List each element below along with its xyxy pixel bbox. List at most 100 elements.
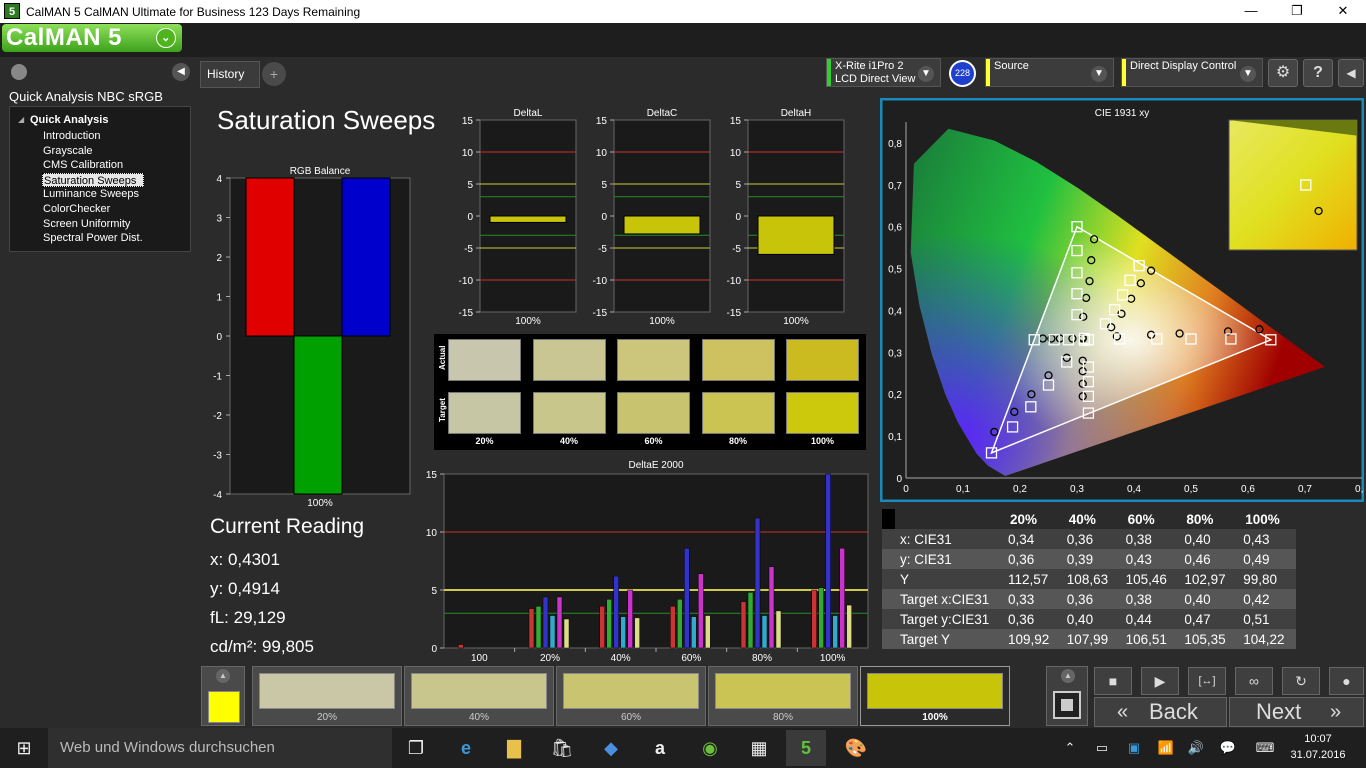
target-swatch xyxy=(448,392,521,434)
expand-arrow-icon[interactable]: ◢ xyxy=(18,115,24,124)
x-tick-label: 40% xyxy=(611,653,631,664)
source-selector[interactable]: Source ▼ xyxy=(985,58,1114,87)
row-header: y: CIE31 xyxy=(882,549,1002,569)
keyboard-icon[interactable]: ⌨ xyxy=(1250,730,1280,766)
taskbar-search[interactable]: Web und Windows durchsuchen xyxy=(48,728,392,768)
current-patch-tile[interactable]: ▲ xyxy=(201,666,245,726)
collapse-icon[interactable]: ◀ xyxy=(1338,59,1364,87)
table-row: Target Y 109,92 107,99 106,51 105,35 104… xyxy=(882,629,1296,649)
table-cell: 0,36 xyxy=(1002,549,1061,569)
tree-item-colorchecker[interactable]: ColorChecker xyxy=(42,202,144,217)
window-title: CalMAN 5 CalMAN Ultimate for Business 12… xyxy=(26,5,361,19)
tree-root-quick-analysis[interactable]: Quick Analysis xyxy=(30,114,108,126)
patch-80[interactable]: 80% xyxy=(708,666,858,726)
table-cell: 0,40 xyxy=(1178,589,1238,609)
table-cell: 0,38 xyxy=(1119,589,1179,609)
volume-icon[interactable]: 🔊 xyxy=(1184,730,1208,766)
app-tray-icon[interactable]: ▣ xyxy=(1122,730,1146,766)
x-tick-label: 100% xyxy=(307,498,333,509)
swatch-panel: Actual Target 20% 40% 60% 80% 100% xyxy=(434,334,866,450)
tree-item-list: Introduction Grayscale CMS Calibration S… xyxy=(42,129,144,246)
chevron-up-icon[interactable]: ⌃ xyxy=(1058,730,1082,766)
windows-start-icon[interactable]: ⊞ xyxy=(4,730,44,766)
taskbar-clock[interactable]: 10:07 31.07.2016 xyxy=(1290,731,1346,763)
maximize-button[interactable]: ❐ xyxy=(1274,0,1320,23)
wifi-icon[interactable]: 📶 xyxy=(1154,730,1178,766)
dropbox-icon[interactable]: ◆ xyxy=(591,730,631,766)
tree-item-cms-calibration[interactable]: CMS Calibration xyxy=(42,158,144,173)
minimize-button[interactable]: — xyxy=(1228,0,1274,23)
close-button[interactable]: ✕ xyxy=(1320,0,1366,23)
tree-item-grayscale[interactable]: Grayscale xyxy=(42,144,144,159)
task-view-icon[interactable]: ❐ xyxy=(396,730,436,766)
table-cell: 107,99 xyxy=(1060,629,1120,649)
stop-button[interactable] xyxy=(1053,691,1081,719)
store-icon[interactable]: 🛍 xyxy=(542,730,582,766)
meter-selector[interactable]: X-Rite i1Pro 2 LCD Direct View ▼ xyxy=(826,58,941,87)
col-header: 40% xyxy=(1068,511,1096,527)
tree-item-spectral-power[interactable]: Spectral Power Dist. xyxy=(42,231,144,246)
loop-icon[interactable]: ∞ xyxy=(1235,667,1273,695)
display-selector[interactable]: Direct Display Control ▼ xyxy=(1121,58,1263,87)
table-cell: 102,97 xyxy=(1178,569,1238,589)
help-icon[interactable]: ? xyxy=(1303,59,1333,87)
table-cell: 0,42 xyxy=(1237,589,1296,609)
delta-e-bar xyxy=(627,589,633,649)
y-tick-label: -2 xyxy=(213,411,222,422)
battery-icon[interactable]: ▭ xyxy=(1090,730,1114,766)
edge-icon[interactable]: e xyxy=(446,730,486,766)
x-tick-label: 60% xyxy=(681,653,701,664)
gear-icon[interactable]: ⚙ xyxy=(1268,59,1298,87)
calman-taskbar-icon[interactable]: 5 xyxy=(786,730,826,766)
table-row: Target x:CIE31 0,33 0,36 0,38 0,40 0,42 xyxy=(882,589,1296,609)
amazon-icon[interactable]: a xyxy=(640,730,680,766)
patch-100[interactable]: 100% xyxy=(860,666,1010,726)
swatch-label: 60% xyxy=(644,436,663,446)
logo-text: CalMAN 5 xyxy=(6,24,123,51)
col-header: 80% xyxy=(1186,511,1214,527)
patch-60[interactable]: 60% xyxy=(556,666,706,726)
calman-logo-menu[interactable]: CalMAN 5 ⌄ xyxy=(2,24,182,52)
file-explorer-icon[interactable]: ▇ xyxy=(494,730,534,766)
y-tick-label: -5 xyxy=(598,244,607,255)
tree-item-luminance-sweeps[interactable]: Luminance Sweeps xyxy=(42,187,144,202)
paint-icon[interactable]: 🎨 xyxy=(836,730,876,766)
table-cell: 0,40 xyxy=(1178,529,1238,549)
x-tick-label: 0,8 xyxy=(1355,484,1364,495)
collapse-sidebar-button[interactable]: ◀ xyxy=(172,63,190,81)
y-tick-label: 0,7 xyxy=(888,181,902,192)
stop-icon xyxy=(1061,699,1073,711)
refresh-icon[interactable]: ↻ xyxy=(1282,667,1320,695)
y-tick-label: 3 xyxy=(216,214,222,225)
tab-history-1[interactable]: History 1 xyxy=(200,61,260,106)
patch-label: 80% xyxy=(772,712,793,723)
delta-e-bar xyxy=(620,616,626,649)
stop-icon[interactable]: ■ xyxy=(1094,667,1132,695)
add-tab-button[interactable]: + xyxy=(262,62,286,86)
play-icon[interactable]: ▶ xyxy=(1141,667,1179,695)
tree-item-introduction[interactable]: Introduction xyxy=(42,129,144,144)
y-tick-label: 0,4 xyxy=(888,306,902,317)
tree-item-screen-uniformity[interactable]: Screen Uniformity xyxy=(42,217,144,232)
meter-badge[interactable]: 228 xyxy=(949,60,976,87)
back-button[interactable]: « Back xyxy=(1094,697,1227,727)
chevron-down-icon: ▼ xyxy=(1091,66,1107,82)
patch-20[interactable]: 20% xyxy=(252,666,402,726)
sidebar-pin-icon[interactable] xyxy=(11,64,27,80)
photos-icon[interactable]: ▦ xyxy=(739,730,779,766)
delta-e-bar xyxy=(634,617,640,649)
patch-color xyxy=(563,673,699,709)
continuous-icon[interactable]: [↔] xyxy=(1188,667,1226,695)
next-button[interactable]: Next » xyxy=(1229,697,1364,727)
notification-icon[interactable]: 💬 xyxy=(1216,730,1240,766)
y-tick-label: 5 xyxy=(467,180,473,191)
current-reading: Current Reading x: 0,4301 y: 0,4914 fL: … xyxy=(210,515,364,661)
tripadvisor-icon[interactable]: ◉ xyxy=(690,730,730,766)
patch-40[interactable]: 40% xyxy=(404,666,554,726)
tree-item-saturation-sweeps[interactable]: Saturation Sweeps xyxy=(42,172,144,188)
row-header: Target Y xyxy=(882,629,1002,649)
record-icon[interactable]: ● xyxy=(1329,667,1364,695)
y-tick-label: 15 xyxy=(596,116,608,127)
chevron-up-icon[interactable]: ▲ xyxy=(1061,669,1075,683)
chevron-up-icon[interactable]: ▲ xyxy=(216,669,230,683)
